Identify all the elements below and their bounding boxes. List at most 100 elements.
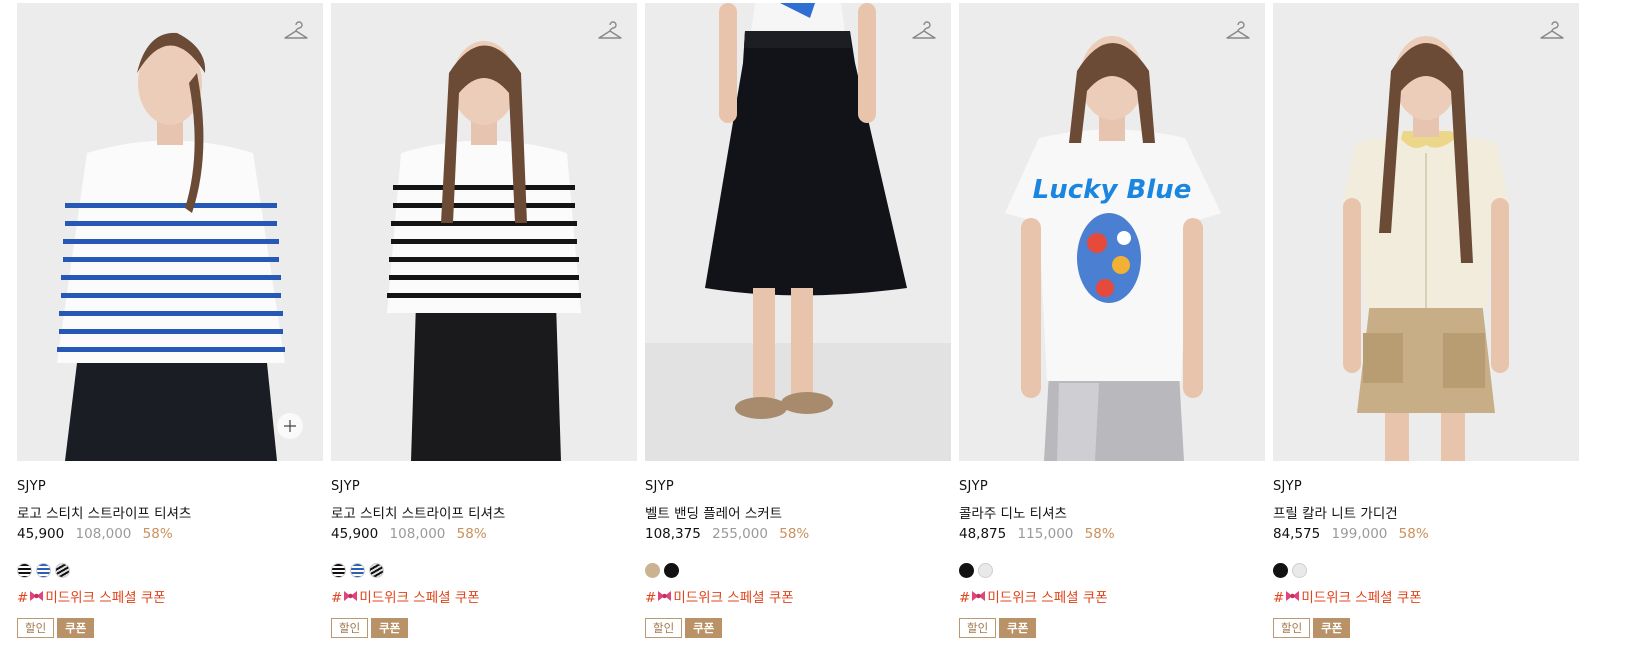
ribbon-emoji-icon	[30, 591, 44, 601]
coupon-hashtag[interactable]: # 미드위크 스페셜 쿠폰	[959, 586, 1108, 606]
swatch-beige[interactable]	[645, 563, 660, 578]
product-image[interactable]	[17, 3, 323, 461]
coupon-text: 미드위크 스페셜 쿠폰	[987, 590, 1108, 606]
sale-price: 45,900	[17, 526, 65, 542]
price-row: 84,575 199,000 58%	[1273, 526, 1429, 542]
swatch-stripe-black[interactable]	[17, 563, 32, 578]
product-card[interactable]: SJYP 로고 스티치 스트라이프 티셔츠 45,900 108,000 58%…	[331, 3, 637, 643]
model-photo	[645, 3, 951, 461]
plus-icon	[284, 420, 296, 432]
swatch-stripe-navy[interactable]	[55, 563, 70, 578]
product-image[interactable]	[645, 3, 951, 461]
swatch-white[interactable]	[1292, 563, 1307, 578]
product-card[interactable]: SJYP 로고 스티치 스트라이프 티셔츠 45,900 108,000 58%…	[17, 3, 323, 643]
hanger-icon[interactable]	[597, 19, 623, 43]
color-swatches	[17, 563, 70, 578]
swatch-white[interactable]	[978, 563, 993, 578]
price-row: 45,900 108,000 58%	[331, 526, 487, 542]
product-image[interactable]	[331, 3, 637, 461]
coupon-hashtag[interactable]: # 미드위크 스페셜 쿠폰	[1273, 586, 1422, 606]
tshirt-print-text: Lucky Blue	[1033, 175, 1192, 205]
coupon-text: 미드위크 스페셜 쿠폰	[673, 590, 794, 606]
coupon-badge: 쿠폰	[999, 618, 1037, 638]
product-card[interactable]: SJYP 벨트 밴딩 플레어 스커트 108,375 255,000 58% #…	[645, 3, 951, 643]
hanger-icon[interactable]	[1225, 19, 1251, 43]
coupon-hashtag[interactable]: # 미드위크 스페셜 쿠폰	[645, 586, 794, 606]
original-price: 115,000	[1017, 526, 1074, 542]
swatch-black[interactable]	[1273, 563, 1288, 578]
product-name[interactable]: 로고 스티치 스트라이프 티셔츠	[331, 502, 505, 522]
product-card[interactable]: Lucky Blue SJYP 콜라주 디노 티셔츠 48,875 115,00…	[959, 3, 1265, 643]
swatch-stripe-black[interactable]	[331, 563, 346, 578]
add-to-cart-button[interactable]	[277, 413, 303, 439]
product-name[interactable]: 로고 스티치 스트라이프 티셔츠	[17, 502, 191, 522]
ribbon-emoji-icon	[1286, 591, 1300, 601]
hanger-icon[interactable]	[1539, 19, 1565, 43]
swatch-stripe-navy[interactable]	[369, 563, 384, 578]
coupon-text: 미드위크 스페셜 쿠폰	[359, 590, 480, 606]
color-swatches	[1273, 563, 1307, 578]
coupon-text: 미드위크 스페셜 쿠폰	[45, 590, 166, 606]
product-brand[interactable]: SJYP	[1273, 479, 1302, 494]
model-photo	[331, 3, 637, 461]
swatch-stripe-blue[interactable]	[350, 563, 365, 578]
price-row: 45,900 108,000 58%	[17, 526, 173, 542]
product-grid: SJYP 로고 스티치 스트라이프 티셔츠 45,900 108,000 58%…	[0, 0, 1638, 645]
discount-rate: 58%	[1398, 526, 1429, 542]
product-name[interactable]: 프릴 칼라 니트 가디건	[1273, 502, 1398, 522]
product-brand[interactable]: SJYP	[959, 479, 988, 494]
product-name[interactable]: 콜라주 디노 티셔츠	[959, 502, 1067, 522]
badge-row: 할인 쿠폰	[17, 618, 95, 638]
color-swatches	[331, 563, 384, 578]
badge-row: 할인 쿠폰	[645, 618, 723, 638]
product-brand[interactable]: SJYP	[17, 479, 46, 494]
discount-rate: 58%	[1084, 526, 1115, 542]
discount-badge: 할인	[331, 618, 369, 638]
price-row: 108,375 255,000 58%	[645, 526, 809, 542]
discount-badge: 할인	[645, 618, 683, 638]
hashtag-symbol: #	[331, 590, 343, 606]
hashtag-symbol: #	[17, 590, 29, 606]
discount-badge: 할인	[959, 618, 997, 638]
product-brand[interactable]: SJYP	[645, 479, 674, 494]
badge-row: 할인 쿠폰	[331, 618, 409, 638]
model-photo	[17, 3, 323, 461]
coupon-hashtag[interactable]: # 미드위크 스페셜 쿠폰	[331, 586, 480, 606]
product-image[interactable]	[1273, 3, 1579, 461]
hashtag-symbol: #	[1273, 590, 1285, 606]
sale-price: 84,575	[1273, 526, 1321, 542]
color-swatches	[959, 563, 993, 578]
ribbon-emoji-icon	[344, 591, 358, 601]
discount-badge: 할인	[1273, 618, 1311, 638]
product-name[interactable]: 벨트 밴딩 플레어 스커트	[645, 502, 782, 522]
coupon-badge: 쿠폰	[371, 618, 409, 638]
coupon-text: 미드위크 스페셜 쿠폰	[1301, 590, 1422, 606]
sale-price: 48,875	[959, 526, 1007, 542]
badge-row: 할인 쿠폰	[1273, 618, 1351, 638]
swatch-black[interactable]	[664, 563, 679, 578]
swatch-black[interactable]	[959, 563, 974, 578]
color-swatches	[645, 563, 679, 578]
discount-rate: 58%	[142, 526, 173, 542]
sale-price: 45,900	[331, 526, 379, 542]
discount-rate: 58%	[779, 526, 810, 542]
original-price: 255,000	[712, 526, 768, 542]
hashtag-symbol: #	[959, 590, 971, 606]
price-row: 48,875 115,000 58%	[959, 526, 1115, 542]
model-photo	[1273, 3, 1579, 461]
product-card[interactable]: SJYP 프릴 칼라 니트 가디건 84,575 199,000 58% # 미드…	[1273, 3, 1579, 643]
product-image[interactable]: Lucky Blue	[959, 3, 1265, 461]
hanger-icon[interactable]	[283, 19, 309, 43]
badge-row: 할인 쿠폰	[959, 618, 1037, 638]
coupon-badge: 쿠폰	[57, 618, 95, 638]
swatch-stripe-blue[interactable]	[36, 563, 51, 578]
original-price: 108,000	[75, 526, 132, 542]
hashtag-symbol: #	[645, 590, 657, 606]
discount-rate: 58%	[456, 526, 487, 542]
original-price: 108,000	[389, 526, 446, 542]
discount-badge: 할인	[17, 618, 55, 638]
hanger-icon[interactable]	[911, 19, 937, 43]
coupon-hashtag[interactable]: # 미드위크 스페셜 쿠폰	[17, 586, 166, 606]
coupon-badge: 쿠폰	[1313, 618, 1351, 638]
product-brand[interactable]: SJYP	[331, 479, 360, 494]
